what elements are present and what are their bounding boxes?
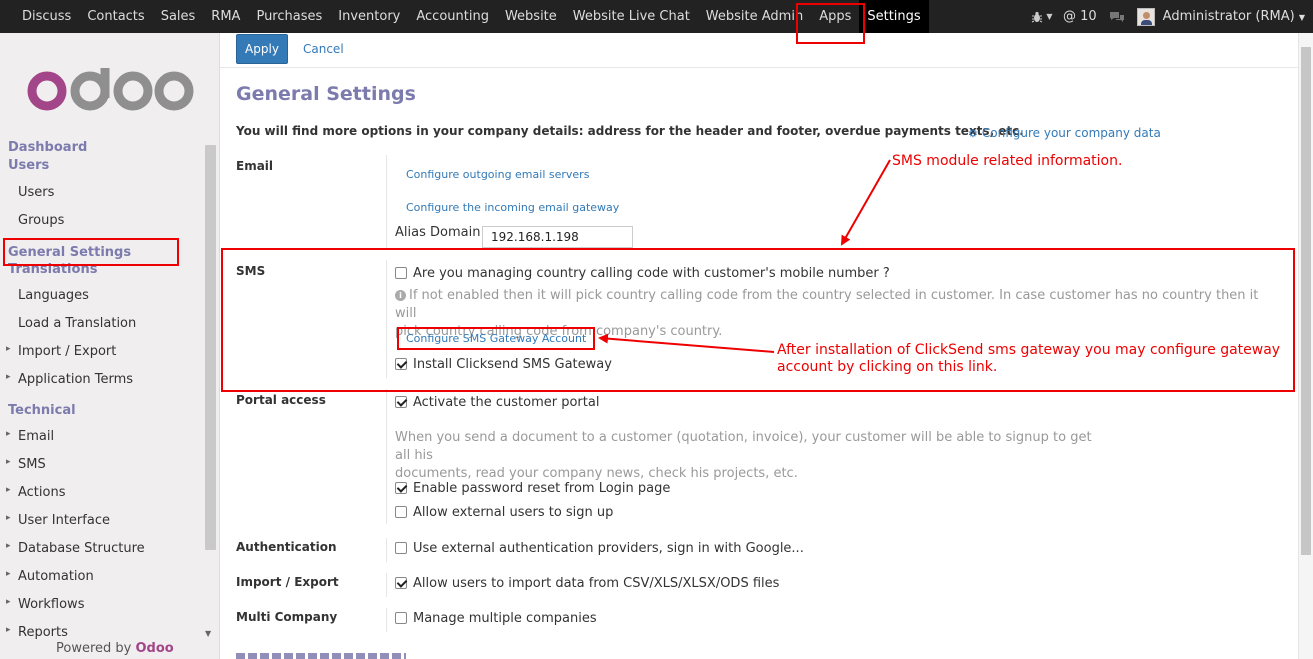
- configure-company-link[interactable]: ⚙ Configure your company data: [968, 126, 1161, 140]
- gateway-link-highlight-box: [397, 327, 595, 350]
- gateway-annotation-line1: After installation of ClickSend sms gate…: [777, 342, 1281, 358]
- email-divider: [386, 155, 387, 249]
- sidebar-item-user-interface[interactable]: User Interface: [6, 513, 110, 528]
- portal-help-line1: When you send a document to a customer (…: [395, 430, 1092, 463]
- sidebar-item-groups[interactable]: Groups: [18, 213, 64, 228]
- external-signup-checkbox[interactable]: [395, 506, 407, 518]
- powered-by-odoo[interactable]: Powered by Odoo: [56, 641, 174, 656]
- alias-domain-input[interactable]: 192.168.1.198: [482, 226, 633, 248]
- top-navbar: Discuss Contacts Sales RMA Purchases Inv…: [0, 0, 1313, 33]
- authentication-divider: [386, 538, 387, 562]
- authentication-section-label: Authentication: [236, 540, 337, 554]
- sidebar-item-application-terms[interactable]: Application Terms: [6, 372, 133, 387]
- sidebar-item-email[interactable]: Email: [6, 429, 54, 444]
- import-data-checkbox[interactable]: [395, 577, 407, 589]
- user-name: Administrator (RMA): [1162, 9, 1295, 24]
- sidebar-item-languages[interactable]: Languages: [18, 288, 89, 303]
- next-section-heading-clipped: [236, 649, 406, 659]
- intro-text: You will find more options in your compa…: [236, 124, 1024, 138]
- menu-inventory[interactable]: Inventory: [330, 0, 408, 33]
- mentions-counter[interactable]: @ 10: [1063, 9, 1097, 24]
- external-signup-label: Allow external users to sign up: [413, 505, 614, 520]
- user-avatar[interactable]: [1136, 7, 1155, 26]
- incoming-email-gateway-link[interactable]: Configure the incoming email gateway: [406, 201, 619, 214]
- password-reset-checkbox[interactable]: [395, 482, 407, 494]
- menu-discuss[interactable]: Discuss: [14, 0, 79, 33]
- multi-company-section-label: Multi Company: [236, 610, 338, 624]
- multi-company-checkbox[interactable]: [395, 612, 407, 624]
- form-toolbar: Apply Cancel: [220, 33, 1298, 68]
- portal-section-label: Portal access: [236, 393, 326, 407]
- sidebar-item-workflows[interactable]: Workflows: [6, 597, 85, 612]
- sidebar-scrollbar[interactable]: [205, 145, 216, 550]
- general-settings-highlight-box: [3, 238, 179, 266]
- menu-accounting[interactable]: Accounting: [408, 0, 497, 33]
- import-export-section-label: Import / Export: [236, 575, 339, 589]
- multi-company-label: Manage multiple companies: [413, 611, 597, 626]
- menu-rma[interactable]: RMA: [203, 0, 248, 33]
- oauth-label: Use external authentication providers, s…: [413, 541, 804, 556]
- import-export-divider: [386, 573, 387, 597]
- sidebar-item-users[interactable]: Users: [18, 185, 54, 200]
- portal-divider: [386, 389, 387, 524]
- page-title: General Settings: [236, 83, 416, 105]
- configure-company-label: Configure your company data: [981, 126, 1161, 140]
- chat-bubbles-icon[interactable]: [1105, 0, 1129, 33]
- sidebar-section-technical[interactable]: Technical: [8, 403, 76, 418]
- left-sidebar: Dashboard Users Users Groups Translation…: [0, 33, 220, 659]
- portal-help: When you send a document to a customer (…: [395, 429, 1095, 483]
- sidebar-item-sms[interactable]: SMS: [6, 457, 46, 472]
- sidebar-item-actions[interactable]: Actions: [6, 485, 65, 500]
- page-scrollbar[interactable]: [1298, 33, 1313, 659]
- odoo-logo[interactable]: [26, 68, 196, 113]
- menu-website[interactable]: Website: [497, 0, 565, 33]
- cancel-button[interactable]: Cancel: [303, 42, 344, 56]
- menu-purchases[interactable]: Purchases: [248, 0, 330, 33]
- oauth-checkbox[interactable]: [395, 542, 407, 554]
- menu-website-admin[interactable]: Website Admin: [698, 0, 811, 33]
- password-reset-label: Enable password reset from Login page: [413, 481, 671, 496]
- user-menu[interactable]: Administrator (RMA) ▼: [1163, 9, 1305, 24]
- sidebar-item-automation[interactable]: Automation: [6, 569, 94, 584]
- sidebar-scroll-down-icon[interactable]: ▼: [205, 629, 211, 638]
- gateway-annotation-line2: account by clicking on this link.: [777, 359, 998, 375]
- menu-contacts[interactable]: Contacts: [79, 0, 152, 33]
- email-section-label: Email: [236, 159, 274, 173]
- apply-button[interactable]: Apply: [236, 34, 288, 64]
- sidebar-item-database-structure[interactable]: Database Structure: [6, 541, 145, 556]
- gateway-annotation: After installation of ClickSend sms gate…: [777, 342, 1280, 376]
- debug-bug-icon[interactable]: ▼: [1029, 0, 1055, 33]
- settings-highlight-box: [796, 3, 865, 44]
- menu-website-live-chat[interactable]: Website Live Chat: [565, 0, 698, 33]
- sidebar-item-load-translation[interactable]: Load a Translation: [18, 316, 136, 331]
- alias-domain-label: Alias Domain: [395, 225, 481, 240]
- powered-by-brand: Odoo: [135, 641, 174, 656]
- activate-portal-checkbox[interactable]: [395, 396, 407, 408]
- menu-sales[interactable]: Sales: [153, 0, 204, 33]
- gears-icon: ⚙: [968, 127, 978, 140]
- menu-settings[interactable]: Settings: [859, 0, 929, 33]
- sidebar-item-reports[interactable]: Reports: [6, 625, 68, 640]
- portal-help-line2: documents, read your company news, check…: [395, 466, 798, 481]
- sidebar-item-import-export[interactable]: Import / Export: [6, 344, 116, 359]
- mentions-count-label: @ 10: [1062, 9, 1097, 24]
- sidebar-section-users[interactable]: Users: [8, 158, 49, 173]
- topbar-right: ▼ @ 10 Administrator (RMA) ▼: [1021, 0, 1313, 33]
- app-menu: Discuss Contacts Sales RMA Purchases Inv…: [14, 0, 929, 33]
- sidebar-dashboard[interactable]: Dashboard: [8, 140, 87, 155]
- multi-company-divider: [386, 608, 387, 632]
- import-data-label: Allow users to import data from CSV/XLS/…: [413, 576, 780, 591]
- outgoing-email-servers-link[interactable]: Configure outgoing email servers: [406, 168, 589, 181]
- sms-info-annotation: SMS module related information.: [892, 153, 1123, 169]
- activate-portal-label: Activate the customer portal: [413, 395, 600, 410]
- powered-by-label: Powered by: [56, 641, 132, 656]
- page-scrollbar-thumb[interactable]: [1301, 47, 1311, 555]
